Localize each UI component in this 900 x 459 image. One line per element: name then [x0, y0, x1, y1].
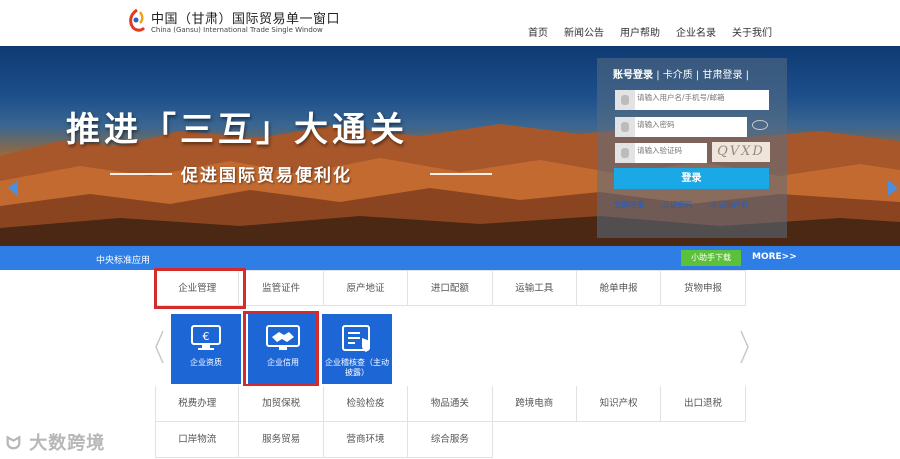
- nav-news[interactable]: 新闻公告: [564, 24, 604, 39]
- login-button[interactable]: 登录: [614, 168, 769, 189]
- category-manifest[interactable]: 舱单申报: [576, 270, 662, 306]
- forgot-username-link[interactable]: 忘记用户名: [711, 200, 749, 209]
- nav-directory[interactable]: 企业名录: [676, 24, 716, 39]
- username-input[interactable]: [637, 93, 757, 102]
- category-transport[interactable]: 运输工具: [492, 270, 577, 306]
- tiles-prev-chevron-icon[interactable]: [154, 330, 164, 364]
- login-tabs: 账号登录 | 卡介质 | 甘肃登录 |: [613, 66, 749, 81]
- tab-card-login[interactable]: | 卡介质 | 甘肃登录 |: [656, 70, 749, 81]
- user-icon: [615, 90, 635, 110]
- watermark-text: 大数跨境: [29, 433, 106, 454]
- nav-about[interactable]: 关于我们: [732, 24, 772, 39]
- more-link[interactable]: MORE>>: [752, 252, 797, 262]
- main-nav: 首页 新闻公告 用户帮助 企业名录 关于我们: [528, 24, 772, 39]
- category-port-logistics[interactable]: 口岸物流: [155, 422, 240, 458]
- category-tax-payment[interactable]: 税费办理: [155, 386, 240, 422]
- highlight-enterprise-management: [154, 268, 246, 309]
- category-comprehensive-services[interactable]: 综合服务: [408, 422, 493, 458]
- shield-icon: [615, 143, 635, 163]
- strip-label: 中央标准应用: [96, 256, 151, 266]
- category-export-tax-refund[interactable]: 出口退税: [661, 386, 746, 422]
- password-field: [615, 117, 757, 137]
- username-field: [615, 90, 769, 110]
- tab-account-login[interactable]: 账号登录: [613, 70, 653, 81]
- category-row-4: 口岸物流 服务贸易 营商环境 综合服务: [155, 422, 746, 458]
- site-title: 中国（甘肃）国际贸易单一窗口: [151, 12, 341, 27]
- banner-slogan-main: 推进「三互」大通关: [66, 110, 408, 150]
- login-links: 立即注册 忘记密码 忘记用户名: [614, 199, 764, 210]
- nav-help[interactable]: 用户帮助: [620, 24, 660, 39]
- banner-next-arrow-icon[interactable]: [888, 180, 898, 196]
- tile-label: 企业资质: [190, 358, 222, 367]
- assistant-download-button[interactable]: 小助手下载: [681, 250, 741, 266]
- tile-enterprise-audit[interactable]: 企业稽核查（主动披露）: [322, 314, 392, 384]
- tile-enterprise-qualification[interactable]: € 企业资质: [171, 314, 241, 384]
- category-goods-declaration[interactable]: 货物申报: [661, 270, 746, 306]
- apps-strip: 中央标准应用 小助手下载 MORE>>: [0, 246, 900, 270]
- lock-icon: [615, 117, 635, 137]
- nav-home[interactable]: 首页: [528, 24, 548, 39]
- category-cross-border-ecommerce[interactable]: 跨境电商: [492, 386, 577, 422]
- watermark: ᗢ 大数跨境: [6, 429, 105, 455]
- slogan-left-line: [110, 173, 172, 175]
- slogan-right-line: [430, 173, 492, 175]
- category-import-quota[interactable]: 进口配额: [408, 270, 493, 306]
- category-intellectual-property[interactable]: 知识产权: [576, 386, 662, 422]
- category-articles-clearance[interactable]: 物品通关: [408, 386, 493, 422]
- tiles-next-chevron-icon[interactable]: [740, 330, 750, 364]
- forgot-password-link[interactable]: 忘记密码: [662, 200, 692, 209]
- captcha-input[interactable]: [637, 146, 705, 155]
- category-row-3: 税费办理 加贸保税 检验检疫 物品通关 跨境电商 知识产权 出口退税: [155, 386, 746, 422]
- svg-text:€: €: [203, 330, 210, 343]
- site-subtitle: China (Gansu) International Trade Single…: [151, 26, 323, 34]
- tile-label: 企业稽核查（主动披露）: [325, 358, 389, 377]
- category-service-trade[interactable]: 服务贸易: [239, 422, 324, 458]
- password-input[interactable]: [637, 120, 757, 129]
- captcha-image[interactable]: QVXD: [712, 142, 770, 162]
- category-business-environment[interactable]: 营商环境: [323, 422, 409, 458]
- banner-slogan-sub: 促进国际贸易便利化: [181, 166, 352, 186]
- banner-prev-arrow-icon[interactable]: [8, 180, 18, 196]
- watermark-logo-icon: ᗢ: [6, 433, 30, 454]
- highlight-enterprise-credit: [243, 311, 319, 387]
- monitor-icon: €: [191, 325, 221, 350]
- register-link[interactable]: 立即注册: [614, 200, 644, 209]
- audit-document-icon: [342, 325, 370, 352]
- category-regulatory-certificates[interactable]: 监管证件: [239, 270, 324, 306]
- captcha-field: [615, 143, 707, 163]
- site-logo-icon[interactable]: [126, 8, 148, 34]
- category-inspection-quarantine[interactable]: 检验检疫: [323, 386, 409, 422]
- category-certificate-of-origin[interactable]: 原产地证: [323, 270, 409, 306]
- site-header: 中国（甘肃）国际贸易单一窗口 China (Gansu) Internation…: [0, 0, 900, 46]
- category-processing-trade-bonded[interactable]: 加贸保税: [239, 386, 324, 422]
- show-password-eye-icon[interactable]: [752, 120, 768, 130]
